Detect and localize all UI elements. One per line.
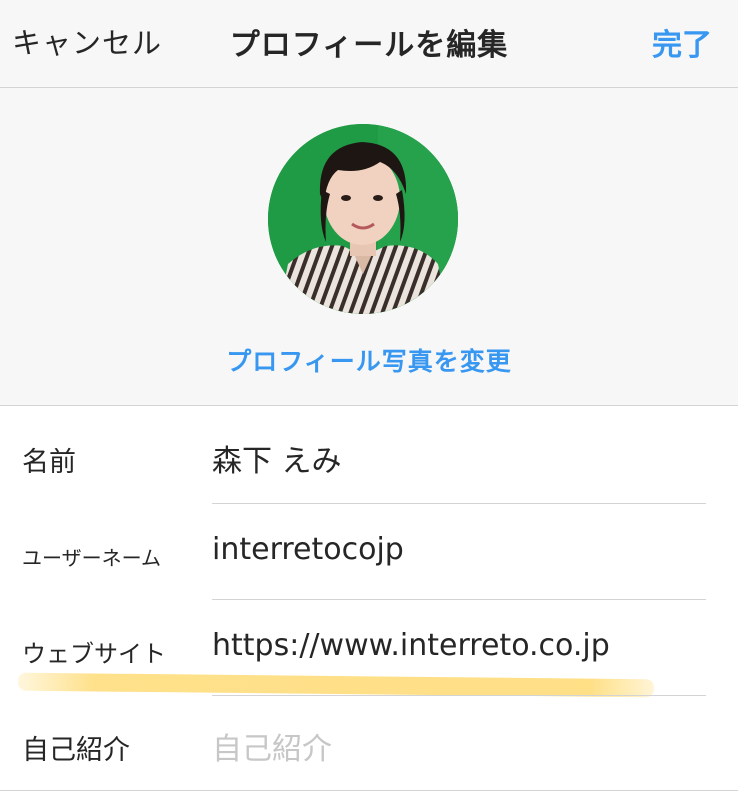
username-row: ユーザーネーム interretocojp [0,504,738,600]
bio-row: 自己紹介 自己紹介 [0,696,738,792]
divider [0,790,738,791]
profile-photo-section: プロフィール写真を変更 [0,88,738,406]
name-row: 名前 森下 えみ [0,408,738,504]
bio-field[interactable]: 自己紹介 [212,724,332,768]
page-title: プロフィールを編集 [229,28,509,63]
name-label: 名前 [22,447,76,478]
website-label: ウェブサイト [22,640,166,668]
name-field[interactable]: 森下 えみ [212,436,342,480]
profile-photo-image [268,124,458,314]
done-button[interactable]: 完了 [652,20,712,64]
website-field[interactable]: https://www.interreto.co.jp [212,628,610,663]
username-label: ユーザーネーム [22,546,161,570]
username-field[interactable]: interretocojp [212,532,404,567]
change-profile-photo-link[interactable]: プロフィール写真を変更 [0,342,738,378]
bio-label: 自己紹介 [22,735,130,766]
avatar[interactable] [268,124,458,314]
navigation-bar: キャンセル プロフィールを編集 完了 [0,0,738,88]
website-row: ウェブサイト https://www.interreto.co.jp [0,600,738,696]
